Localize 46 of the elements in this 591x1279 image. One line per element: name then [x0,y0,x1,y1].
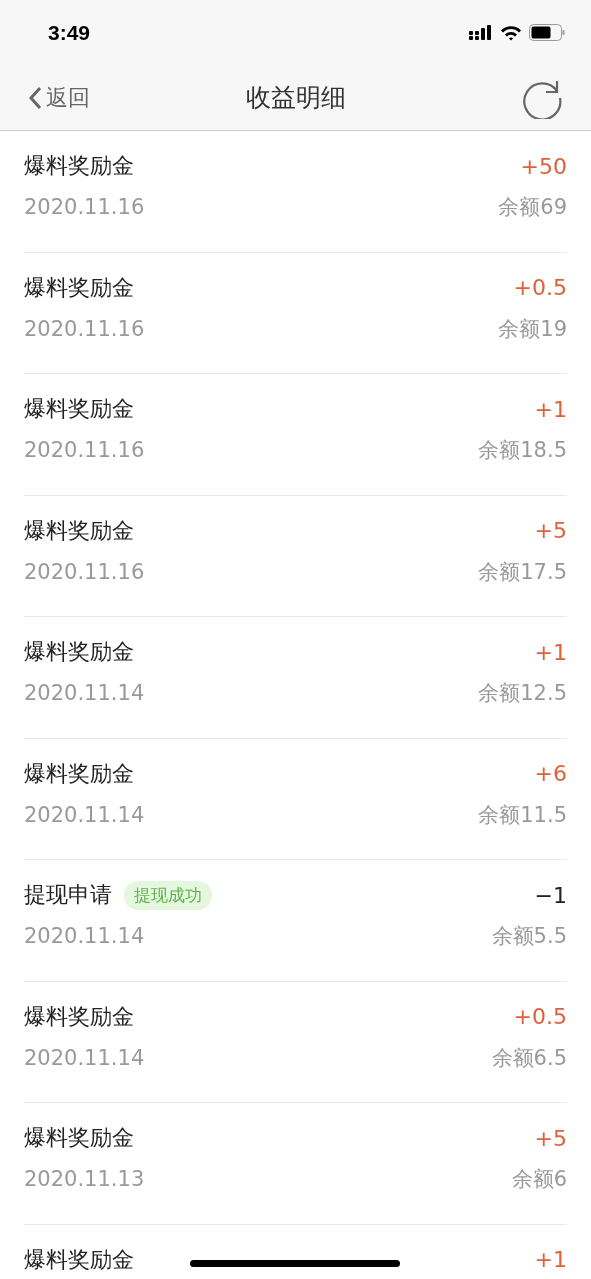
record-date: 2020.11.14 [24,681,145,705]
record-title: 爆料奖励金 [24,1002,134,1031]
record-title: 爆料奖励金 [24,1124,134,1152]
record-amount: +50 [520,153,567,179]
balance-text: 余额19 [498,315,567,343]
record-title: 爆料奖励金 [24,152,134,180]
status-badge: 提现成功 [124,880,212,910]
record-amount: +1 [534,1247,567,1272]
record-amount: +0.5 [513,1004,567,1029]
record-amount: +5 [534,1125,567,1151]
status-time: 3:49 [48,20,91,45]
record-date: 2020.11.16 [24,559,145,584]
battery-icon [529,24,565,41]
balance-text: 余额69 [498,194,567,221]
balance-text: 余额12.5 [478,680,567,707]
record-amount: +5 [534,518,567,543]
balance-text: 余额18.5 [478,437,567,464]
record-amount: +0.5 [513,275,567,300]
back-button[interactable]: 返回 [28,82,90,113]
record-amount: −1 [534,882,567,908]
record-amount: +6 [534,761,567,786]
record-amount: +1 [534,639,567,665]
balance-text: 余额6 [511,1166,567,1193]
record-title: 爆料奖励金 [24,516,134,545]
record-title: 爆料奖励金 [24,759,134,788]
record-date: 2020.11.16 [24,438,145,462]
page-title: 收益明细 [245,82,346,114]
record-amount: +1 [534,396,567,422]
balance-text: 余额11.5 [478,801,567,829]
record-date: 2020.11.16 [24,316,145,341]
balance-text: 余额6.5 [491,1044,567,1072]
record-title: 提现申请 [24,881,112,909]
record-title: 爆料奖励金 [24,638,134,666]
signal-icon [469,24,493,41]
record-date: 2020.11.14 [24,802,145,827]
chevron-left-icon [28,85,42,110]
wifi-icon [500,24,522,41]
balance-text: 余额5.5 [491,923,567,950]
record-title: 爆料奖励金 [24,273,134,302]
record-date: 2020.11.13 [24,1167,145,1191]
record-title: 爆料奖励金 [24,1245,134,1274]
record-title: 爆料奖励金 [24,395,134,423]
record-date: 2020.11.14 [24,1045,145,1070]
record-date: 2020.11.16 [24,195,145,219]
record-date: 2020.11.14 [24,924,145,948]
balance-text: 余额17.5 [478,558,567,586]
